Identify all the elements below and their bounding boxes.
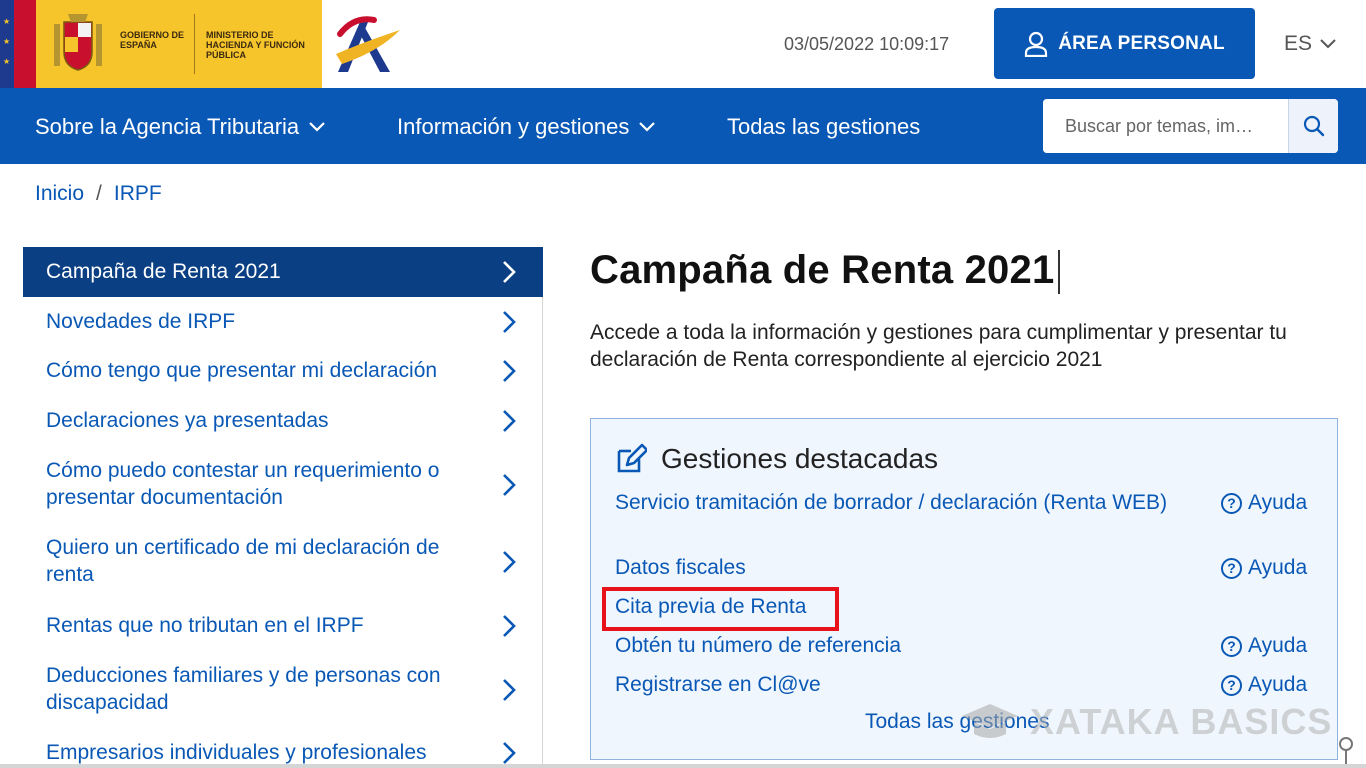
panel-header: Gestiones destacadas	[615, 443, 938, 475]
search-icon	[1303, 115, 1324, 137]
chevron-right-icon	[503, 742, 516, 764]
nav-item-informacion-gestiones[interactable]: Información y gestiones	[397, 114, 656, 140]
help-circle-icon: ?	[1221, 557, 1242, 579]
sidebar-item-label: Novedades de IRPF	[46, 310, 236, 333]
gestion-clave-link[interactable]: Registrarse en Cl@ve	[615, 671, 1175, 698]
sidebar: Campaña de Renta 2021 Novedades de IRPF …	[23, 247, 543, 768]
sidebar-item-label: Declaraciones ya presentadas	[46, 409, 329, 432]
user-icon	[1025, 31, 1048, 57]
search-box	[1043, 99, 1338, 153]
gestion-datos-fiscales-link[interactable]: Datos fiscales	[615, 554, 1175, 581]
coat-of-arms-icon	[54, 14, 102, 71]
chevron-right-icon	[503, 474, 516, 496]
page-intro: Accede a toda la información y gestiones…	[590, 321, 1287, 371]
search-button[interactable]	[1288, 99, 1338, 153]
chevron-down-icon	[1320, 39, 1336, 49]
sidebar-item-campana-renta[interactable]: Campaña de Renta 2021	[23, 247, 543, 297]
chevron-right-icon	[503, 679, 516, 701]
sidebar-item-empresarios[interactable]: Empresarios individuales y profesionales	[23, 728, 543, 768]
sidebar-item-certificado[interactable]: Quiero un certificado de mi declaración …	[23, 524, 543, 601]
sidebar-item-declaraciones-presentadas[interactable]: Declaraciones ya presentadas	[23, 397, 543, 447]
sidebar-item-requerimiento[interactable]: Cómo puedo contestar un requerimiento o …	[23, 447, 543, 524]
edit-icon	[617, 443, 647, 473]
help-circle-icon: ?	[1221, 492, 1242, 514]
datetime-display: 03/05/2022 10:09:17	[784, 34, 950, 54]
chevron-down-icon	[309, 122, 325, 132]
breadcrumb-separator: /	[96, 182, 102, 205]
logo-divider	[194, 14, 195, 74]
nav-item-label: Información y gestiones	[397, 114, 630, 139]
area-personal-label: ÁREA PERSONAL	[1058, 32, 1225, 54]
chevron-right-icon	[503, 360, 516, 382]
eu-flag-strip: ★ ★ ★	[0, 0, 14, 88]
search-input[interactable]	[1043, 99, 1288, 153]
map-pin-icon	[1339, 737, 1353, 764]
help-circle-icon: ?	[1221, 674, 1242, 696]
sidebar-item-novedades[interactable]: Novedades de IRPF	[23, 297, 543, 347]
breadcrumb-irpf[interactable]: IRPF	[114, 182, 162, 206]
help-link[interactable]: ? Ayuda	[1221, 673, 1307, 697]
gestion-renta-web-link[interactable]: Servicio tramitación de borrador / decla…	[615, 489, 1175, 516]
sidebar-item-label: Deducciones familiares y de personas con…	[46, 664, 441, 714]
sidebar-item-label: Cómo tengo que presentar mi declaración	[46, 359, 438, 382]
panel-title: Gestiones destacadas	[661, 443, 939, 474]
sidebar-item-label: Rentas que no tributan en el IRPF	[46, 614, 364, 637]
gestion-numero-referencia-link[interactable]: Obtén tu número de referencia	[615, 632, 1175, 659]
chevron-right-icon	[503, 615, 516, 637]
sidebar-item-deducciones[interactable]: Deducciones familiares y de personas con…	[23, 651, 543, 728]
chevron-right-icon	[503, 410, 516, 432]
nav-item-sobre-agencia[interactable]: Sobre la Agencia Tributaria	[35, 114, 325, 140]
language-selector[interactable]: ES	[1284, 32, 1336, 56]
help-label: Ayuda	[1248, 556, 1308, 579]
chevron-right-icon	[503, 551, 516, 573]
sidebar-item-label: Campaña de Renta 2021	[46, 260, 281, 283]
sidebar-item-rentas-no-tributan[interactable]: Rentas que no tributan en el IRPF	[23, 601, 543, 651]
chevron-right-icon	[503, 311, 516, 333]
todas-gestiones-link[interactable]: Todas las gestiones	[865, 710, 1049, 734]
agencia-tributaria-logo[interactable]	[334, 12, 404, 76]
text-cursor	[1058, 250, 1060, 294]
sidebar-item-label: Cómo puedo contestar un requerimiento o …	[46, 459, 440, 509]
nav-item-todas-gestiones[interactable]: Todas las gestiones	[727, 114, 920, 140]
help-link[interactable]: ? Ayuda	[1221, 491, 1307, 515]
bottom-divider	[0, 764, 1366, 768]
chevron-down-icon	[639, 122, 656, 132]
ministerio-text: MINISTERIO DE HACIENDA Y FUNCIÓN PÚBLICA	[206, 30, 305, 60]
breadcrumb: Inicio / IRPF	[35, 182, 162, 206]
help-label: Ayuda	[1248, 491, 1308, 514]
spain-flag-strip	[14, 0, 36, 88]
gestiones-destacadas-panel: Gestiones destacadas Servicio tramitació…	[590, 418, 1338, 760]
help-circle-icon: ?	[1221, 635, 1242, 657]
area-personal-button[interactable]: ÁREA PERSONAL	[994, 8, 1255, 79]
nav-item-label: Sobre la Agencia Tributaria	[35, 114, 300, 139]
help-label: Ayuda	[1248, 634, 1308, 657]
top-header: ★ ★ ★ GOBIERNO DE ESPAÑA MINISTERIO DE HAC…	[0, 0, 1366, 88]
sidebar-item-label: Quiero un certificado de mi declaración …	[46, 536, 440, 586]
page-title: Campaña de Renta 2021	[590, 248, 1055, 292]
help-label: Ayuda	[1248, 673, 1308, 696]
highlight-box	[602, 587, 839, 631]
gobierno-text: GOBIERNO DE ESPAÑA	[120, 30, 185, 50]
help-link[interactable]: ? Ayuda	[1221, 556, 1307, 580]
sidebar-item-label: Empresarios individuales y profesionales	[46, 741, 427, 764]
language-label: ES	[1284, 32, 1313, 55]
breadcrumb-inicio[interactable]: Inicio	[35, 182, 84, 206]
sidebar-item-como-presentar[interactable]: Cómo tengo que presentar mi declaración	[23, 347, 543, 397]
chevron-right-icon	[503, 261, 516, 283]
nav-item-label: Todas las gestiones	[727, 114, 921, 139]
main-navigation: Sobre la Agencia Tributaria Información …	[0, 88, 1366, 164]
help-link[interactable]: ? Ayuda	[1221, 634, 1307, 658]
